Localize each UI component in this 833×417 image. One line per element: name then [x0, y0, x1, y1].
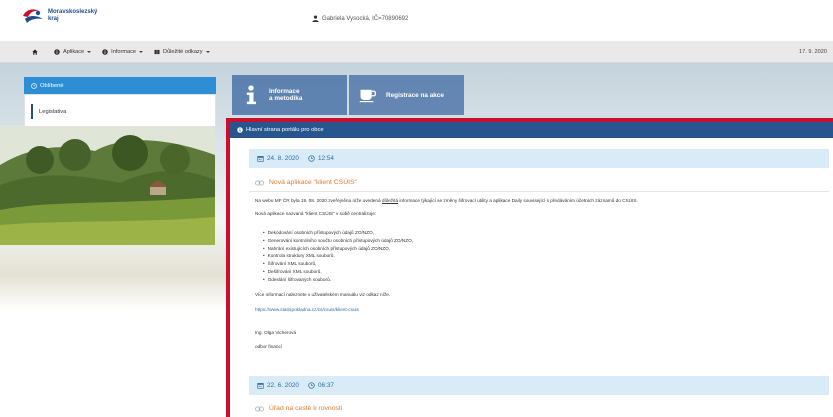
feature-list: Dekódování osobních přístupových údajů Z…: [263, 230, 413, 285]
page-title: Hlavní strana portálu pro obce: [246, 127, 324, 133]
main-menu: Aplikace Informace Důležité odkazy 17. 9…: [0, 41, 833, 63]
user-icon: [312, 15, 319, 22]
signature-name: Ing. Olga Vicherová: [255, 330, 297, 335]
info-circle-icon: [237, 127, 243, 133]
menu-informace-label: Informace: [111, 48, 137, 55]
home-button[interactable]: [32, 48, 41, 55]
trees-image: [0, 125, 215, 245]
favorite-item-legislativa[interactable]: Legislativa: [31, 104, 66, 119]
article-date: 24. 8. 2020: [267, 155, 299, 162]
tile-registrace[interactable]: Registrace na akce: [349, 75, 464, 115]
signature-department: odbor financí: [255, 344, 283, 349]
article-date-bar: 22. 6. 2020 06:37: [249, 376, 829, 395]
favorites-header[interactable]: Oblíbené: [24, 77, 216, 94]
link-icon: [255, 406, 264, 411]
logo-emblem-icon: [23, 9, 43, 23]
main-panel-header: Hlavní strana portálu pro obce: [230, 122, 833, 138]
article-intro: Na webu MF ČR byla 19. 08. 2020 zveřejně…: [255, 198, 638, 203]
manual-link[interactable]: https://www.statnipokladna.cz/cs/csuis/k…: [255, 307, 359, 312]
home-icon: [32, 48, 38, 55]
current-user[interactable]: Gabriela Vysocká, IČ=70890692: [312, 15, 408, 22]
list-item: Dešifrování XML souborů,: [263, 269, 413, 277]
book-icon: [154, 49, 160, 54]
menu-dulezite-odkazy[interactable]: Důležité odkazy: [154, 49, 210, 55]
tile-info-line-2: a metodika: [269, 95, 303, 102]
article-title[interactable]: Úřad na cestě k rovnosti: [255, 405, 342, 412]
coffee-cup-icon: [359, 89, 377, 103]
menu-aplikace-label: Aplikace: [63, 48, 85, 55]
chevron-down-icon: [139, 50, 144, 53]
underlined-word: důležitá: [381, 198, 399, 203]
current-date: 17. 9. 2020: [799, 49, 827, 55]
article-time: 12:54: [317, 155, 334, 162]
info-circle-icon: [54, 48, 60, 55]
favorites-title: Oblíbené: [40, 82, 64, 89]
article-date-bar: 24. 8. 2020 12:54: [249, 149, 829, 168]
menu-informace[interactable]: Informace: [102, 48, 144, 55]
menu-odkazy-label: Důležité odkazy: [163, 48, 203, 55]
list-item: Odeslání šifrovaných souborů.: [263, 277, 413, 285]
list-item: Šifrování XML souborů,: [263, 261, 413, 269]
article-title[interactable]: Nová aplikace "klient CSÚIS": [255, 179, 357, 186]
trees-photo: [0, 125, 215, 245]
list-item: Dekódování osobních přístupových údajů Z…: [263, 230, 413, 238]
article-time: 06:37: [317, 382, 334, 389]
main-content-panel: Hlavní strana portálu pro obce 24. 8. 20…: [226, 118, 833, 417]
tile-registrace-label: Registrace na akce: [386, 91, 444, 99]
article-lead: Nová aplikace nazvaná "klient CSÚIS" v s…: [255, 211, 377, 216]
clock-icon: [31, 82, 37, 89]
menu-aplikace[interactable]: Aplikace: [54, 48, 92, 55]
region-logo[interactable]: Moravskoslezský kraj: [22, 7, 97, 24]
chevron-down-icon: [87, 50, 92, 53]
tile-informace-metodika[interactable]: Informace a metodika: [232, 75, 347, 115]
article-more-info: Více informací naleznete v uživatelském …: [255, 292, 391, 297]
calendar-icon: [257, 383, 264, 389]
divider: [249, 191, 829, 192]
logo-line-1: Moravskoslezský: [48, 9, 98, 15]
info-icon: [246, 85, 256, 105]
clock-icon: [308, 382, 315, 389]
clock-icon: [308, 155, 315, 162]
chevron-down-icon: [205, 50, 210, 53]
top-header: Moravskoslezský kraj Gabriela Vysocká, I…: [0, 0, 833, 40]
info-circle-icon: [102, 48, 108, 55]
logo-line-2: kraj: [48, 15, 59, 22]
article-date: 22. 6. 2020: [267, 382, 299, 389]
calendar-icon: [257, 156, 264, 162]
user-name: Gabriela Vysocká, IČ=70890692: [322, 15, 409, 22]
tile-info-line-1: Informace: [269, 88, 300, 95]
list-item: Generování kontrolního součtu osobních p…: [263, 238, 413, 246]
link-icon: [255, 180, 264, 185]
favorites-list: Legislativa: [24, 94, 216, 127]
